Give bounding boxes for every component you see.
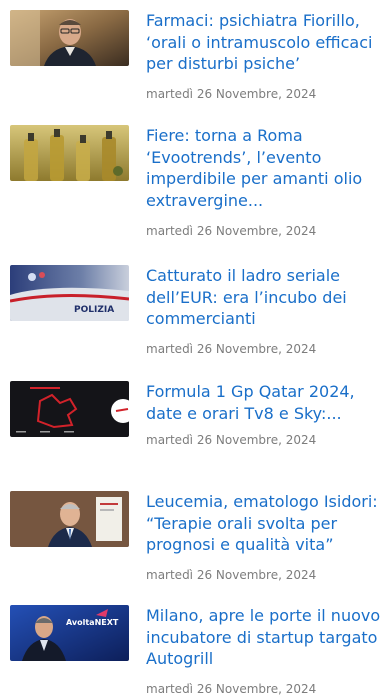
- article-title[interactable]: Fiere: torna a Roma ‘Evootrends’, l’even…: [146, 125, 382, 211]
- article-thumbnail[interactable]: POLIZIA: [10, 265, 129, 321]
- article-title[interactable]: Leucemia, ematologo Isidori: “Terapie or…: [146, 491, 382, 556]
- article-date: martedì 26 Novembre, 2024: [146, 87, 317, 101]
- article-title[interactable]: Catturato il ladro seriale dell’EUR: era…: [146, 265, 382, 330]
- portrait-man-glasses-icon: [10, 10, 129, 66]
- article-thumbnail[interactable]: [10, 381, 129, 437]
- article-thumbnail[interactable]: [10, 10, 129, 66]
- portrait-man-suit-icon: [10, 491, 129, 547]
- article-thumbnail[interactable]: [10, 125, 129, 181]
- presenter-stage-icon: AvoltaNEXT: [10, 605, 129, 661]
- svg-text:POLIZIA: POLIZIA: [74, 305, 114, 315]
- olive-oil-bottles-icon: [10, 125, 129, 181]
- article-thumbnail[interactable]: [10, 491, 129, 547]
- police-car-icon: POLIZIA: [10, 265, 129, 321]
- article-date: martedì 26 Novembre, 2024: [146, 433, 317, 447]
- article-date: martedì 26 Novembre, 2024: [146, 342, 317, 356]
- article-title[interactable]: Milano, apre le porte il nuovo incubator…: [146, 605, 382, 670]
- article-date: martedì 26 Novembre, 2024: [146, 682, 317, 695]
- article-title[interactable]: Farmaci: psichiatra Fiorillo, ‘orali o i…: [146, 10, 382, 75]
- news-list: Farmaci: psichiatra Fiorillo, ‘orali o i…: [0, 0, 387, 695]
- article-title[interactable]: Formula 1 Gp Qatar 2024, date e orari Tv…: [146, 381, 382, 424]
- article-date: martedì 26 Novembre, 2024: [146, 224, 317, 238]
- race-track-map-icon: [10, 381, 129, 437]
- article-thumbnail[interactable]: AvoltaNEXT: [10, 605, 129, 661]
- article-date: martedì 26 Novembre, 2024: [146, 568, 317, 582]
- svg-text:AvoltaNEXT: AvoltaNEXT: [66, 618, 119, 627]
